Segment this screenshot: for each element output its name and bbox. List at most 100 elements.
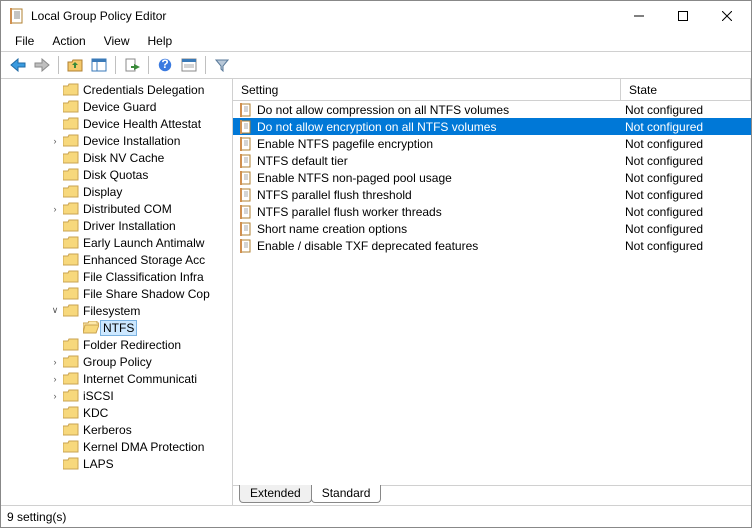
help-button[interactable]: ?: [154, 54, 176, 76]
tree-item[interactable]: Enhanced Storage Acc: [1, 251, 232, 268]
tree-item-label: Filesystem: [83, 304, 140, 318]
tree-item-label: NTFS: [100, 320, 137, 336]
setting-state: Not configured: [621, 154, 751, 168]
tree-item[interactable]: ∨ Filesystem: [1, 302, 232, 319]
tree-toggle-icon[interactable]: ›: [49, 373, 61, 385]
svg-text:?: ?: [161, 58, 168, 71]
window-title: Local Group Policy Editor: [31, 9, 617, 23]
setting-state: Not configured: [621, 239, 751, 253]
tree-item-label: Display: [83, 185, 122, 199]
list-row[interactable]: Enable NTFS non-paged pool usageNot conf…: [233, 169, 751, 186]
export-list-button[interactable]: [121, 54, 143, 76]
column-state[interactable]: State: [621, 79, 751, 100]
setting-name: NTFS parallel flush threshold: [257, 188, 412, 202]
setting-state: Not configured: [621, 205, 751, 219]
tree-item-label: File Classification Infra: [83, 270, 204, 284]
back-button[interactable]: [7, 54, 29, 76]
menu-action[interactable]: Action: [44, 32, 93, 50]
menu-view[interactable]: View: [96, 32, 138, 50]
list-row[interactable]: Short name creation optionsNot configure…: [233, 220, 751, 237]
filter-button[interactable]: [211, 54, 233, 76]
tree-item[interactable]: File Classification Infra: [1, 268, 232, 285]
tree-item-label: Device Health Attestat: [83, 117, 201, 131]
tree-item-label: File Share Shadow Cop: [83, 287, 210, 301]
tree-item-label: Kerberos: [83, 423, 132, 437]
setting-state: Not configured: [621, 188, 751, 202]
list-row[interactable]: Enable / disable TXF deprecated features…: [233, 237, 751, 254]
tree-item[interactable]: Folder Redirection: [1, 336, 232, 353]
tree-item[interactable]: Kerberos: [1, 421, 232, 438]
tree-item[interactable]: Early Launch Antimalw: [1, 234, 232, 251]
setting-name: Short name creation options: [257, 222, 407, 236]
list-row[interactable]: Do not allow compression on all NTFS vol…: [233, 101, 751, 118]
setting-state: Not configured: [621, 137, 751, 151]
list-row[interactable]: Enable NTFS pagefile encryption Not confi…: [233, 135, 751, 152]
close-button[interactable]: [705, 2, 749, 30]
maximize-button[interactable]: [661, 2, 705, 30]
tree-item[interactable]: › Distributed COM: [1, 200, 232, 217]
tree-item-label: Folder Redirection: [83, 338, 181, 352]
menu-help[interactable]: Help: [140, 32, 181, 50]
tree-item[interactable]: Device Health Attestat: [1, 115, 232, 132]
setting-state: Not configured: [621, 103, 751, 117]
tree-item-label: Distributed COM: [83, 202, 172, 216]
tree-toggle-icon[interactable]: ›: [49, 203, 61, 215]
title-bar: Local Group Policy Editor: [1, 1, 751, 31]
tree-item[interactable]: NTFS: [1, 319, 232, 336]
up-folder-button[interactable]: [64, 54, 86, 76]
tree-item-label: Driver Installation: [83, 219, 176, 233]
setting-name: Do not allow encryption on all NTFS volu…: [257, 120, 496, 134]
tree-item[interactable]: KDC: [1, 404, 232, 421]
tree-item[interactable]: ›Device Installation: [1, 132, 232, 149]
tree-item-label: Disk NV Cache: [83, 151, 164, 165]
tree-item-label: Internet Communicati: [83, 372, 197, 386]
list-row[interactable]: NTFS parallel flush worker threads Not co…: [233, 203, 751, 220]
status-text: 9 setting(s): [7, 510, 66, 524]
tree-item[interactable]: › Group Policy: [1, 353, 232, 370]
minimize-button[interactable]: [617, 2, 661, 30]
tree-item[interactable]: Disk NV Cache: [1, 149, 232, 166]
menu-bar: File Action View Help: [1, 31, 751, 51]
tree-item[interactable]: › Internet Communicati: [1, 370, 232, 387]
tree-item-label: Group Policy: [83, 355, 152, 369]
tree-toggle-icon[interactable]: ›: [49, 390, 61, 402]
tab-extended[interactable]: Extended: [239, 485, 312, 503]
toolbar-divider: [148, 56, 149, 74]
column-setting[interactable]: Setting: [233, 79, 621, 100]
tree-item-label: iSCSI: [83, 389, 114, 403]
properties-button[interactable]: [178, 54, 200, 76]
tree-item[interactable]: Driver Installation: [1, 217, 232, 234]
tab-standard[interactable]: Standard: [311, 485, 382, 503]
tree-toggle-icon[interactable]: ›: [49, 135, 61, 147]
tree-item[interactable]: › iSCSI: [1, 387, 232, 404]
tree-item[interactable]: Disk Quotas: [1, 166, 232, 183]
setting-name: Enable NTFS pagefile encryption: [257, 137, 433, 151]
toolbar-divider: [205, 56, 206, 74]
tabs-area: Extended Standard: [233, 485, 751, 505]
setting-name: NTFS default tier: [257, 154, 348, 168]
show-hide-tree-button[interactable]: [88, 54, 110, 76]
toolbar: ?: [1, 52, 751, 78]
tree-item[interactable]: LAPS: [1, 455, 232, 472]
menu-file[interactable]: File: [7, 32, 42, 50]
setting-name: NTFS parallel flush worker threads: [257, 205, 442, 219]
tree-item-label: Disk Quotas: [83, 168, 148, 182]
tree-item[interactable]: Device Guard: [1, 98, 232, 115]
tree-item[interactable]: Kernel DMA Protection: [1, 438, 232, 455]
forward-button[interactable]: [31, 54, 53, 76]
status-bar: 9 setting(s): [1, 505, 751, 527]
list-body[interactable]: Do not allow compression on all NTFS vol…: [233, 101, 751, 485]
tree-item[interactable]: Display: [1, 183, 232, 200]
list-row[interactable]: NTFS parallel flush threshold Not configu…: [233, 186, 751, 203]
setting-name: Enable NTFS non-paged pool usage: [257, 171, 452, 185]
tree-pane[interactable]: Credentials Delegation Device Guard Device…: [1, 79, 233, 505]
tree-item[interactable]: Credentials Delegation: [1, 81, 232, 98]
tree-item-label: Device Guard: [83, 100, 156, 114]
tree-toggle-icon[interactable]: ›: [49, 356, 61, 368]
list-row[interactable]: NTFS default tier Not configured: [233, 152, 751, 169]
tree-item[interactable]: File Share Shadow Cop: [1, 285, 232, 302]
tree-item-label: Kernel DMA Protection: [83, 440, 204, 454]
tree-toggle-icon[interactable]: ∨: [49, 305, 61, 317]
setting-name: Enable / disable TXF deprecated features: [257, 239, 478, 253]
list-row[interactable]: Do not allow encryption on all NTFS volu…: [233, 118, 751, 135]
